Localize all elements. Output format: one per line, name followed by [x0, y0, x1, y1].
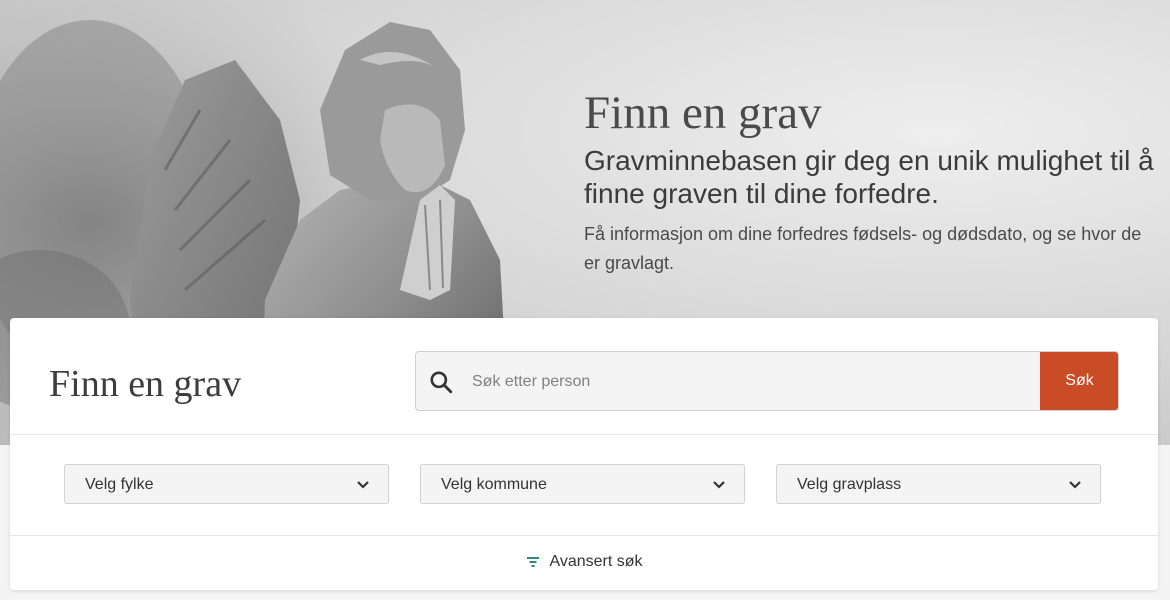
municipality-select-label: Velg kommune: [441, 476, 547, 493]
chevron-down-icon: [1069, 481, 1081, 489]
advanced-search-section: Avansert søk: [10, 536, 1158, 590]
hero-description: Få informasjon om dine forfedres fødsels…: [584, 223, 1142, 273]
filter-icon: [527, 557, 540, 567]
search-card-header: Finn en grav Søk: [10, 318, 1158, 435]
hero-subtitle: Gravminnebasen gir deg en unik mulighet …: [584, 144, 1154, 209]
advanced-search-link[interactable]: Avansert søk: [525, 553, 643, 571]
search-button[interactable]: Søk: [1040, 352, 1118, 410]
county-select-label: Velg fylke: [85, 476, 154, 493]
person-search-bar: Søk: [415, 351, 1119, 411]
cemetery-select-label: Velg gravplass: [797, 476, 902, 493]
search-icon: [430, 371, 453, 394]
hero-title: Finn en grav: [584, 87, 822, 139]
county-select[interactable]: Velg fylke: [64, 464, 389, 504]
search-card: Finn en grav Søk Velg fylke Velg kommune…: [10, 318, 1158, 590]
chevron-down-icon: [713, 481, 725, 489]
advanced-search-label: Avansert søk: [549, 553, 643, 570]
search-input[interactable]: [470, 352, 1034, 410]
municipality-select[interactable]: Velg kommune: [420, 464, 745, 504]
chevron-down-icon: [357, 481, 369, 489]
filter-row: Velg fylke Velg kommune Velg gravplass: [10, 435, 1158, 536]
hero-text: Finn en grav Gravminnebasen gir deg en u…: [584, 87, 1154, 278]
cemetery-select[interactable]: Velg gravplass: [776, 464, 1101, 504]
search-card-title: Finn en grav: [49, 363, 242, 405]
